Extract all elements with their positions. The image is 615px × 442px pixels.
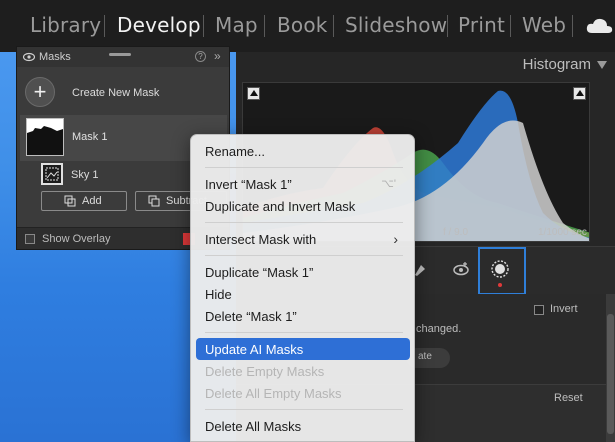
eye-icon[interactable] bbox=[23, 52, 35, 62]
mask-name: Mask 1 bbox=[72, 131, 108, 143]
histogram-title[interactable]: Histogram bbox=[523, 56, 591, 73]
menu-item-delete-all-empty: Delete All Empty Masks bbox=[205, 386, 342, 401]
menu-separator bbox=[205, 255, 403, 256]
menu-item-intersect[interactable]: Intersect Mask with › bbox=[196, 228, 410, 250]
module-picker: Library Develop Map Book Slideshow Print… bbox=[0, 0, 615, 52]
scrollbar-thumb[interactable] bbox=[607, 314, 614, 434]
module-print[interactable]: Print bbox=[458, 13, 505, 37]
menu-item-delete-empty: Delete Empty Masks bbox=[205, 364, 325, 379]
module-book[interactable]: Book bbox=[277, 13, 328, 37]
invert-checkbox[interactable] bbox=[534, 305, 544, 315]
menu-separator bbox=[205, 332, 403, 333]
submenu-chevron-icon: › bbox=[393, 231, 398, 247]
menu-item-duplicate[interactable]: Duplicate “Mask 1” bbox=[196, 261, 410, 283]
module-separator bbox=[510, 15, 511, 37]
menu-item-delete-all[interactable]: Delete All Masks bbox=[196, 415, 410, 437]
cloud-sync-icon[interactable] bbox=[585, 16, 615, 36]
add-mask-icon bbox=[64, 195, 76, 207]
mask-thumbnail-image bbox=[27, 126, 63, 155]
active-indicator-dot bbox=[498, 283, 502, 287]
add-button-label: Add bbox=[82, 195, 102, 207]
shutter-readout: 1/1000 sec bbox=[538, 227, 587, 238]
module-map[interactable]: Map bbox=[215, 13, 258, 37]
menu-item-update-ai-masks[interactable]: Update AI Masks bbox=[196, 338, 410, 360]
masks-panel-title: Masks bbox=[39, 51, 71, 63]
collapse-panel-icon[interactable]: » bbox=[214, 49, 221, 63]
changed-message: changed. bbox=[416, 323, 462, 335]
menu-item-rename[interactable]: Rename... bbox=[196, 140, 410, 162]
module-separator bbox=[333, 15, 334, 37]
module-separator bbox=[572, 15, 573, 37]
help-icon[interactable]: ? bbox=[195, 51, 206, 62]
masking-icon[interactable] bbox=[490, 259, 510, 279]
module-web[interactable]: Web bbox=[522, 13, 566, 37]
shadow-clipping-icon[interactable] bbox=[247, 87, 260, 100]
create-new-mask-row[interactable]: + Create New Mask bbox=[25, 75, 225, 111]
menu-item-hide[interactable]: Hide bbox=[196, 283, 410, 305]
aperture-readout: f / 9.0 bbox=[443, 227, 469, 238]
masks-panel-header[interactable]: Masks ? » bbox=[17, 47, 229, 67]
module-separator bbox=[264, 15, 265, 37]
module-separator bbox=[203, 15, 204, 37]
module-separator bbox=[447, 15, 448, 37]
component-name: Sky 1 bbox=[71, 169, 99, 181]
menu-item-invert[interactable]: Invert “Mask 1” ⌥' bbox=[196, 173, 410, 195]
module-library[interactable]: Library bbox=[30, 13, 101, 37]
shortcut-label: ⌥' bbox=[381, 178, 396, 190]
drag-handle[interactable] bbox=[109, 53, 131, 56]
add-button[interactable]: Add bbox=[41, 191, 127, 211]
subtract-mask-icon bbox=[148, 195, 160, 207]
red-eye-icon[interactable] bbox=[451, 259, 471, 279]
menu-item-duplicate-invert[interactable]: Duplicate and Invert Mask bbox=[196, 195, 410, 217]
menu-separator bbox=[205, 222, 403, 223]
menu-separator bbox=[205, 167, 403, 168]
menu-item-delete[interactable]: Delete “Mask 1” bbox=[196, 305, 410, 327]
update-button-label: ate bbox=[418, 351, 432, 362]
mask-thumbnail bbox=[26, 118, 64, 156]
plus-icon[interactable]: + bbox=[25, 77, 55, 107]
sky-component-icon bbox=[41, 163, 63, 185]
reset-button[interactable]: Reset bbox=[554, 392, 583, 404]
collapse-triangle-icon[interactable] bbox=[597, 61, 607, 69]
module-separator bbox=[104, 15, 105, 37]
module-develop[interactable]: Develop bbox=[117, 13, 201, 37]
mask-context-menu: Rename... Invert “Mask 1” ⌥' Duplicate a… bbox=[190, 134, 415, 442]
module-slideshow[interactable]: Slideshow bbox=[345, 13, 447, 37]
highlight-clipping-icon[interactable] bbox=[573, 87, 586, 100]
panel-scrollbar[interactable] bbox=[606, 294, 615, 442]
menu-separator bbox=[205, 409, 403, 410]
show-overlay-checkbox[interactable] bbox=[25, 234, 35, 244]
show-overlay-label: Show Overlay bbox=[42, 233, 111, 245]
create-new-mask-label: Create New Mask bbox=[72, 87, 160, 99]
invert-label: Invert bbox=[550, 303, 578, 315]
